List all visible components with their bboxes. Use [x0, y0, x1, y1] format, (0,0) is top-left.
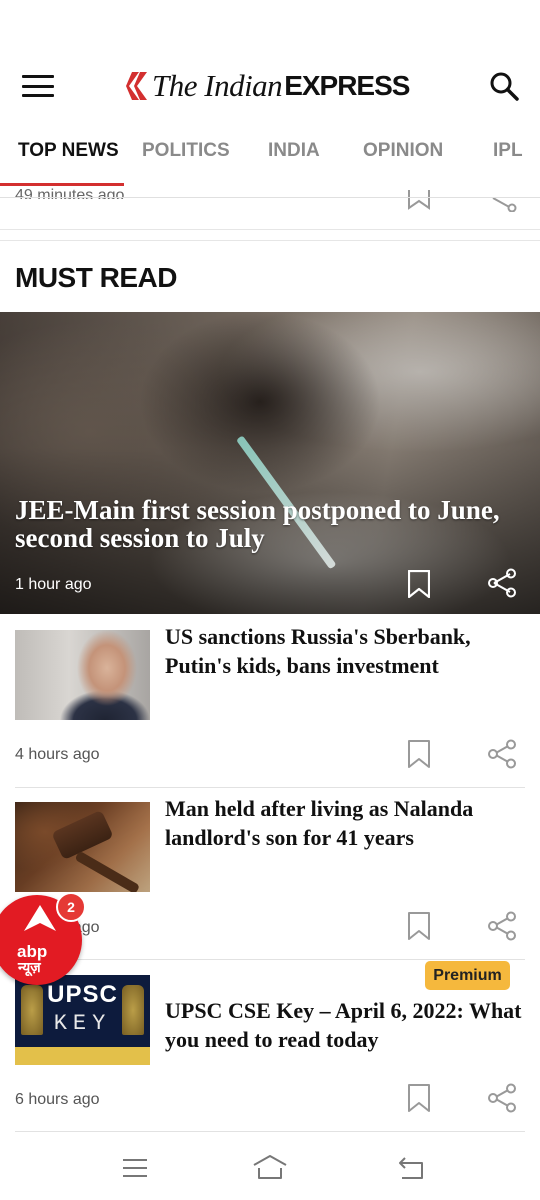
- hamburger-icon[interactable]: [22, 75, 54, 97]
- logo-text-express: EXPRESS: [284, 70, 410, 101]
- tab-top-news[interactable]: TOP NEWS: [18, 140, 119, 162]
- logo-text-the-indian: The Indian: [152, 68, 283, 103]
- bookmark-icon[interactable]: [408, 570, 430, 598]
- tab-politics[interactable]: POLITICS: [142, 140, 230, 162]
- floating-abp-bubble[interactable]: abp न्यूज़ 2: [0, 892, 86, 985]
- abp-arrow-icon: [24, 905, 56, 931]
- upsc-thumb-line1: UPSC: [47, 981, 118, 1008]
- bookmark-icon[interactable]: [408, 1084, 430, 1112]
- tab-opinion[interactable]: OPINION: [363, 140, 443, 162]
- tabs-divider: [0, 197, 540, 198]
- bookmark-icon[interactable]: [408, 190, 430, 210]
- share-icon[interactable]: [487, 188, 517, 212]
- hero-headline[interactable]: JEE-Main first session postponed to June…: [15, 496, 515, 552]
- system-nav-bar: [0, 1140, 540, 1200]
- logo-mark-icon: [126, 72, 147, 100]
- app-logo: The Indian EXPRESS: [126, 66, 410, 106]
- row-divider: [15, 1131, 525, 1132]
- article-headline[interactable]: Man held after living as Nalanda landlor…: [165, 794, 525, 852]
- back-icon[interactable]: [396, 1155, 426, 1181]
- gavel-handle-shape: [74, 850, 141, 892]
- share-icon[interactable]: [487, 568, 517, 598]
- section-title: MUST READ: [15, 262, 177, 293]
- article-headline[interactable]: US sanctions Russia's Sberbank, Putin's …: [165, 622, 525, 680]
- upsc-thumb-band: [15, 1047, 150, 1065]
- bookmark-icon[interactable]: [408, 740, 430, 768]
- home-icon[interactable]: [252, 1153, 288, 1181]
- abp-label-hindi: न्यूज़: [18, 959, 41, 975]
- menu-icon[interactable]: [122, 1158, 148, 1178]
- article-thumbnail[interactable]: [15, 802, 150, 892]
- share-icon[interactable]: [487, 911, 517, 941]
- tab-ipl[interactable]: IPL: [493, 140, 523, 162]
- app-header: The Indian EXPRESS: [0, 0, 540, 120]
- article-time: 6 hours ago: [15, 1091, 100, 1108]
- row-divider: [15, 787, 525, 788]
- article-headline[interactable]: UPSC CSE Key – April 6, 2022: What you n…: [165, 996, 525, 1054]
- row-divider: [15, 959, 525, 960]
- search-icon[interactable]: [488, 70, 520, 102]
- share-icon[interactable]: [487, 1083, 517, 1113]
- hero-time: 1 hour ago: [15, 576, 92, 593]
- bookmark-icon[interactable]: [408, 912, 430, 940]
- article-thumbnail[interactable]: [15, 630, 150, 720]
- active-tab-indicator: [0, 183, 124, 186]
- section-separator: [0, 229, 540, 241]
- category-tabs: TOP NEWS POLITICS INDIA OPINION IPL: [0, 120, 540, 186]
- article-thumbnail[interactable]: UPSC KEY: [15, 975, 150, 1065]
- hero-image[interactable]: [0, 312, 540, 614]
- share-icon[interactable]: [487, 739, 517, 769]
- premium-badge: Premium: [425, 961, 510, 990]
- notification-badge: 2: [56, 892, 86, 922]
- upsc-thumb-line2: KEY: [53, 1011, 112, 1036]
- tab-india[interactable]: INDIA: [268, 140, 320, 162]
- article-time: 4 hours ago: [15, 746, 100, 763]
